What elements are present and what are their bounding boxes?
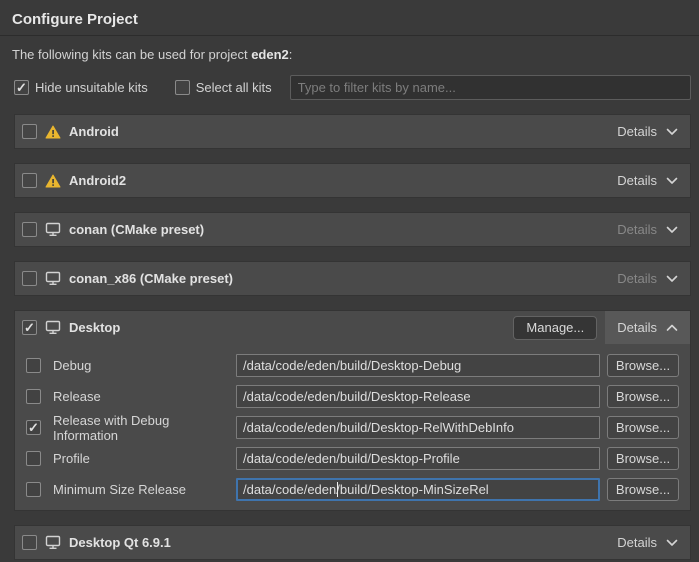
manage-button[interactable]: Manage... bbox=[513, 316, 597, 340]
details-toggle[interactable]: Details bbox=[605, 311, 690, 344]
kit-card-desktop-qt: Desktop Qt 6.9.1 Details bbox=[14, 525, 691, 560]
select-all-kits-checkbox[interactable]: Select all kits bbox=[175, 80, 272, 95]
page-title: Configure Project bbox=[12, 11, 687, 28]
configure-project-content: The following kits can be used for proje… bbox=[0, 47, 699, 560]
chevron-down-icon bbox=[666, 539, 678, 547]
build-config-row-release: Release Browse... bbox=[26, 385, 679, 408]
warning-icon bbox=[45, 125, 61, 139]
kit-header: conan_x86 (CMake preset) Details bbox=[15, 262, 690, 295]
build-config-label: Release bbox=[53, 389, 101, 404]
kit-header: Desktop Manage... Details bbox=[15, 311, 690, 344]
build-config-label: Debug bbox=[53, 358, 91, 373]
details-toggle[interactable]: Details bbox=[605, 164, 690, 197]
kit-checkbox[interactable] bbox=[22, 535, 37, 550]
build-config-label: Profile bbox=[53, 451, 90, 466]
kit-card-desktop: Desktop Manage... Details Debug Browse..… bbox=[14, 310, 691, 511]
kit-checkbox[interactable] bbox=[22, 173, 37, 188]
build-dir-input-profile[interactable] bbox=[236, 447, 600, 470]
build-config-checkbox[interactable]: Release bbox=[26, 389, 236, 404]
browse-button[interactable]: Browse... bbox=[607, 416, 679, 439]
checkbox-icon[interactable] bbox=[26, 451, 41, 466]
kit-name: conan_x86 (CMake preset) bbox=[69, 271, 233, 286]
desktop-icon bbox=[45, 320, 61, 335]
chevron-down-icon bbox=[666, 177, 678, 185]
kit-card-conan-x86: conan_x86 (CMake preset) Details bbox=[14, 261, 691, 296]
text-cursor bbox=[337, 482, 338, 497]
browse-button[interactable]: Browse... bbox=[607, 478, 679, 501]
build-config-checkbox[interactable]: Debug bbox=[26, 358, 236, 373]
build-config-row-minsizerel: Minimum Size Release Browse... bbox=[26, 478, 679, 501]
checkbox-icon[interactable] bbox=[175, 80, 190, 95]
checkbox-icon[interactable] bbox=[14, 80, 29, 95]
kit-name: Desktop bbox=[69, 320, 120, 335]
desktop-icon bbox=[45, 222, 61, 237]
build-config-row-profile: Profile Browse... bbox=[26, 447, 679, 470]
kit-checkbox[interactable] bbox=[22, 320, 37, 335]
desktop-icon bbox=[45, 535, 61, 550]
kit-header: Desktop Qt 6.9.1 Details bbox=[15, 526, 690, 559]
details-toggle: Details bbox=[605, 213, 690, 246]
checkbox-icon[interactable] bbox=[26, 358, 41, 373]
details-toggle[interactable]: Details bbox=[605, 526, 690, 559]
checkbox-icon[interactable] bbox=[26, 482, 41, 497]
chevron-up-icon bbox=[666, 324, 678, 332]
desktop-icon bbox=[45, 271, 61, 286]
kit-checkbox[interactable] bbox=[22, 271, 37, 286]
build-dir-input-minsizerel[interactable] bbox=[236, 478, 600, 501]
checkbox-icon[interactable] bbox=[26, 420, 41, 435]
kit-name: Android bbox=[69, 124, 119, 139]
dialog-titlebar: Configure Project bbox=[0, 0, 699, 36]
details-toggle[interactable]: Details bbox=[605, 115, 690, 148]
build-config-checkbox[interactable]: Release with Debug Information bbox=[26, 413, 236, 443]
build-dir-input-debug[interactable] bbox=[236, 354, 600, 377]
kit-name: Desktop Qt 6.9.1 bbox=[69, 535, 171, 550]
kit-header: Android Details bbox=[15, 115, 690, 148]
chevron-down-icon bbox=[666, 226, 678, 234]
build-config-row-debug: Debug Browse... bbox=[26, 354, 679, 377]
kit-card-conan: conan (CMake preset) Details bbox=[14, 212, 691, 247]
build-config-checkbox[interactable]: Minimum Size Release bbox=[26, 482, 236, 497]
kit-checkbox[interactable] bbox=[22, 222, 37, 237]
browse-button[interactable]: Browse... bbox=[607, 385, 679, 408]
warning-icon bbox=[45, 174, 61, 188]
kit-card-android: Android Details bbox=[14, 114, 691, 149]
project-name: eden2 bbox=[251, 47, 289, 62]
kit-header: conan (CMake preset) Details bbox=[15, 213, 690, 246]
kit-checkbox[interactable] bbox=[22, 124, 37, 139]
kits-toolbar: Hide unsuitable kits Select all kits bbox=[14, 75, 691, 100]
kit-name: conan (CMake preset) bbox=[69, 222, 204, 237]
browse-button[interactable]: Browse... bbox=[607, 354, 679, 377]
kit-card-android2: Android2 Details bbox=[14, 163, 691, 198]
build-dir-input-release[interactable] bbox=[236, 385, 600, 408]
build-config-row-relwithdebinfo: Release with Debug Information Browse... bbox=[26, 416, 679, 439]
kit-details-panel: Debug Browse... Release Browse... bbox=[15, 344, 690, 510]
build-config-checkbox[interactable]: Profile bbox=[26, 451, 236, 466]
build-dir-input-relwithdebinfo[interactable] bbox=[236, 416, 600, 439]
browse-button[interactable]: Browse... bbox=[607, 447, 679, 470]
hide-unsuitable-kits-label: Hide unsuitable kits bbox=[35, 80, 148, 95]
select-all-kits-label: Select all kits bbox=[196, 80, 272, 95]
chevron-down-icon bbox=[666, 128, 678, 136]
checkbox-icon[interactable] bbox=[26, 389, 41, 404]
kit-filter-input[interactable] bbox=[290, 75, 691, 100]
build-config-label: Minimum Size Release bbox=[53, 482, 186, 497]
chevron-down-icon bbox=[666, 275, 678, 283]
details-toggle: Details bbox=[605, 262, 690, 295]
kit-name: Android2 bbox=[69, 173, 126, 188]
kit-header: Android2 Details bbox=[15, 164, 690, 197]
hide-unsuitable-kits-checkbox[interactable]: Hide unsuitable kits bbox=[14, 80, 148, 95]
build-config-label: Release with Debug Information bbox=[53, 413, 236, 443]
intro-text: The following kits can be used for proje… bbox=[12, 47, 691, 62]
